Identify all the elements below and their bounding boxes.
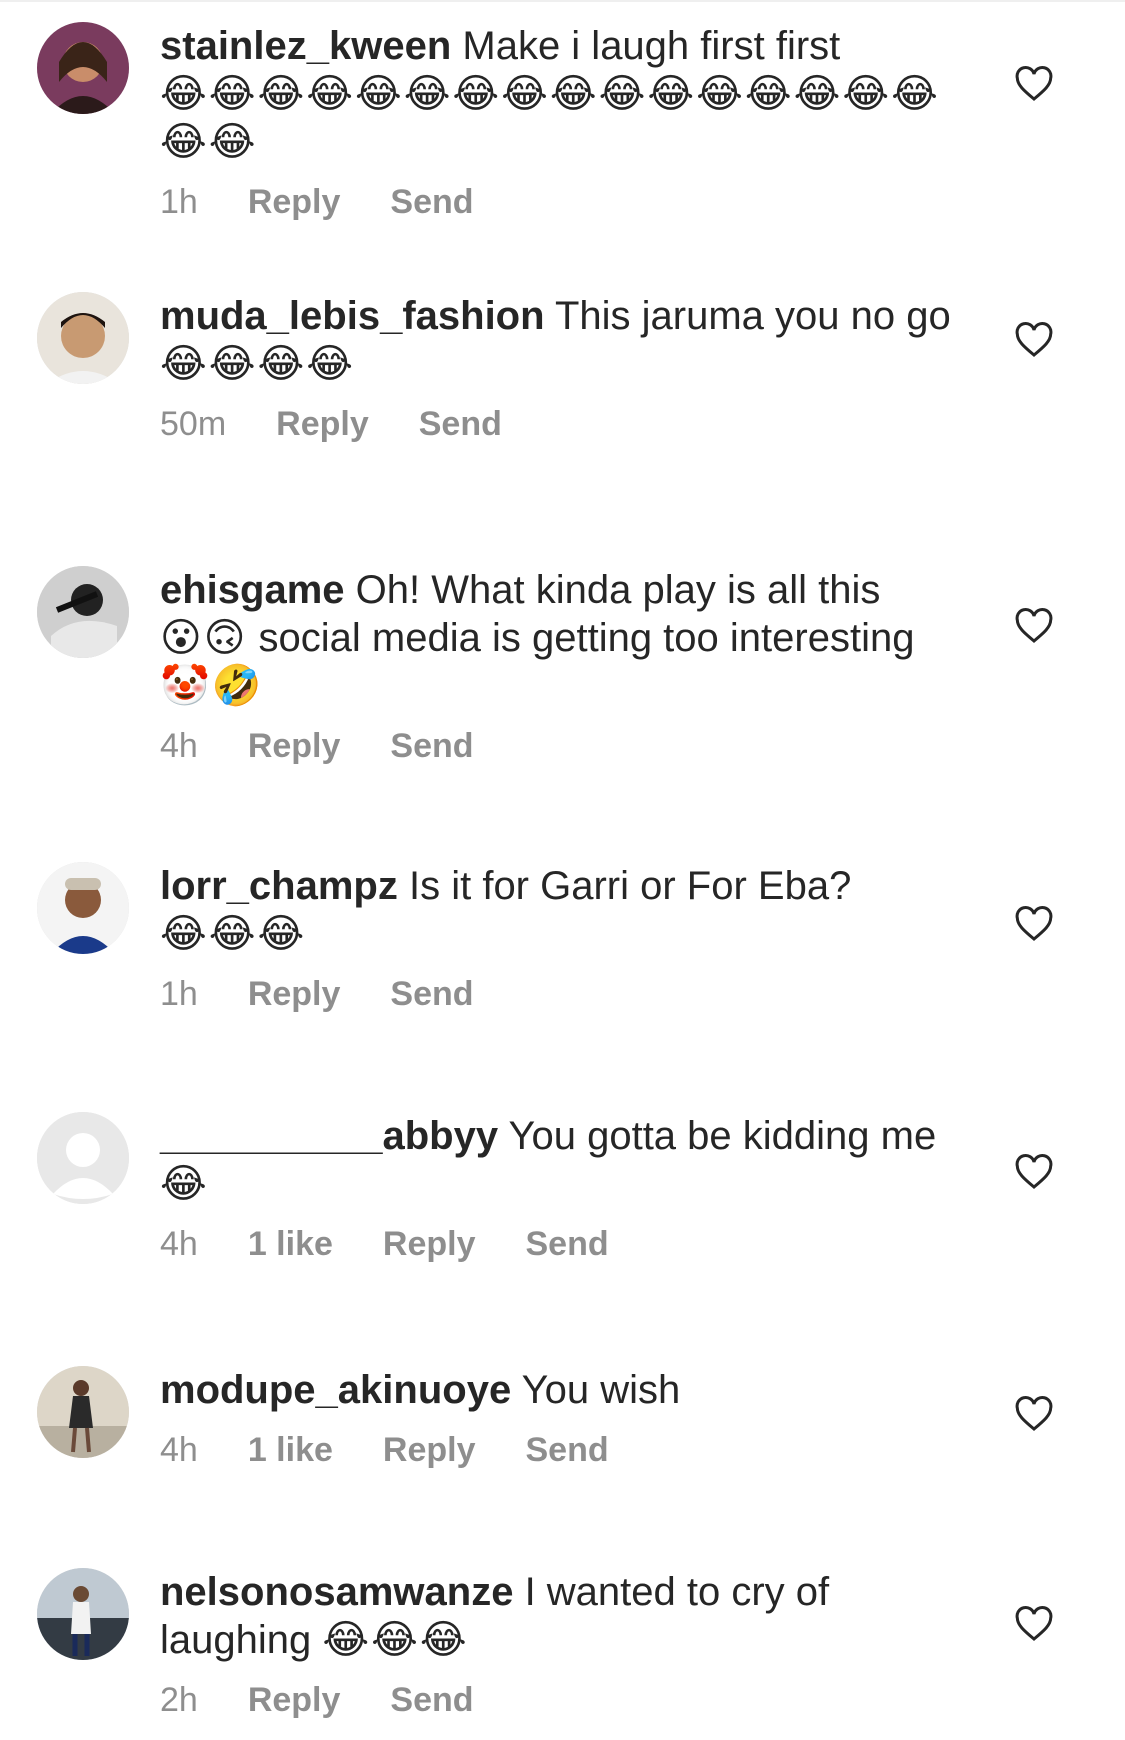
avatar[interactable]	[37, 1366, 129, 1458]
avatar[interactable]	[37, 566, 129, 658]
send-button[interactable]: Send	[390, 182, 473, 222]
comment-meta: 50m Reply Send	[160, 404, 960, 444]
username[interactable]: ehisgame	[160, 568, 345, 612]
comment-body: Make i laugh first first	[462, 24, 841, 68]
reply-button[interactable]: Reply	[248, 726, 341, 766]
timestamp: 4h	[160, 1225, 198, 1263]
like-heart-icon[interactable]	[1014, 320, 1054, 360]
comment-text: __________abbyy You gotta be kidding me 😂	[160, 1112, 960, 1208]
comment-text: ehisgame Oh! What kinda play is all this…	[160, 566, 960, 710]
like-heart-icon[interactable]	[1014, 904, 1054, 944]
comment-text: nelsonosamwanze I wanted to cry of laugh…	[160, 1568, 960, 1664]
default-avatar-icon	[37, 1112, 129, 1204]
timestamp: 2h	[160, 1681, 198, 1719]
send-button[interactable]: Send	[419, 404, 502, 444]
reply-button[interactable]: Reply	[248, 974, 341, 1014]
likes-count[interactable]: 1 like	[248, 1430, 333, 1470]
comment-body: You wish	[521, 1368, 681, 1412]
username[interactable]: __________abbyy	[160, 1114, 498, 1158]
avatar[interactable]	[37, 22, 129, 114]
timestamp: 4h	[160, 1431, 198, 1469]
top-divider	[0, 0, 1125, 2]
comment-body-continued: social media is getting too interesting	[258, 616, 915, 660]
username[interactable]: modupe_akinuoye	[160, 1368, 511, 1412]
comment-text: modupe_akinuoye You wish	[160, 1366, 960, 1414]
timestamp: 50m	[160, 405, 227, 443]
reply-button[interactable]: Reply	[383, 1430, 476, 1470]
comment-meta: 4h 1 like Reply Send	[160, 1224, 960, 1264]
username[interactable]: stainlez_kween	[160, 24, 451, 68]
send-button[interactable]: Send	[526, 1430, 609, 1470]
username[interactable]: muda_lebis_fashion	[160, 294, 545, 338]
emoji-run: 😂😂😂😂	[160, 342, 355, 386]
send-button[interactable]: Send	[526, 1224, 609, 1264]
send-button[interactable]: Send	[390, 1680, 473, 1720]
comment-meta: 2h Reply Send	[160, 1680, 960, 1720]
like-heart-icon[interactable]	[1014, 1604, 1054, 1644]
like-heart-icon[interactable]	[1014, 606, 1054, 646]
send-button[interactable]: Send	[390, 974, 473, 1014]
avatar[interactable]	[37, 862, 129, 954]
comment-body: Is it for Garri or For Eba?	[408, 864, 852, 908]
emoji-run: 😂	[160, 1162, 209, 1206]
comment-meta: 4h 1 like Reply Send	[160, 1430, 960, 1470]
comment-meta: 4h Reply Send	[160, 726, 960, 766]
avatar[interactable]	[37, 1112, 129, 1204]
avatar[interactable]	[37, 292, 129, 384]
emoji-run: 😂😂😂	[160, 912, 307, 956]
like-heart-icon[interactable]	[1014, 1394, 1054, 1434]
emoji-run: 🤡🤣	[160, 664, 264, 708]
timestamp: 4h	[160, 727, 198, 765]
like-heart-icon[interactable]	[1014, 64, 1054, 104]
emoji-run: 😂😂😂😂😂😂😂😂😂😂😂😂😂😂😂😂😂😂	[160, 72, 940, 164]
timestamp: 1h	[160, 975, 198, 1013]
username[interactable]: lorr_champz	[160, 864, 398, 908]
comment-body: This jaruma you no go	[554, 294, 951, 338]
comment-text: lorr_champz Is it for Garri or For Eba? …	[160, 862, 960, 958]
comment-meta: 1h Reply Send	[160, 182, 960, 222]
comment-body: Oh! What kinda play is all this	[355, 568, 881, 612]
like-heart-icon[interactable]	[1014, 1152, 1054, 1192]
comment-text: muda_lebis_fashion This jaruma you no go…	[160, 292, 960, 388]
emoji-run: 😂😂😂	[322, 1618, 469, 1662]
username[interactable]: nelsonosamwanze	[160, 1570, 513, 1614]
send-button[interactable]: Send	[390, 726, 473, 766]
avatar[interactable]	[37, 1568, 129, 1660]
likes-count[interactable]: 1 like	[248, 1224, 333, 1264]
comment-meta: 1h Reply Send	[160, 974, 960, 1014]
timestamp: 1h	[160, 183, 198, 221]
reply-button[interactable]: Reply	[248, 182, 341, 222]
emoji-run: 😮🙃	[160, 616, 248, 660]
comment-body: You gotta be kidding me	[508, 1114, 937, 1158]
reply-button[interactable]: Reply	[248, 1680, 341, 1720]
reply-button[interactable]: Reply	[383, 1224, 476, 1264]
comment-text: stainlez_kween Make i laugh first first …	[160, 22, 960, 166]
reply-button[interactable]: Reply	[276, 404, 369, 444]
